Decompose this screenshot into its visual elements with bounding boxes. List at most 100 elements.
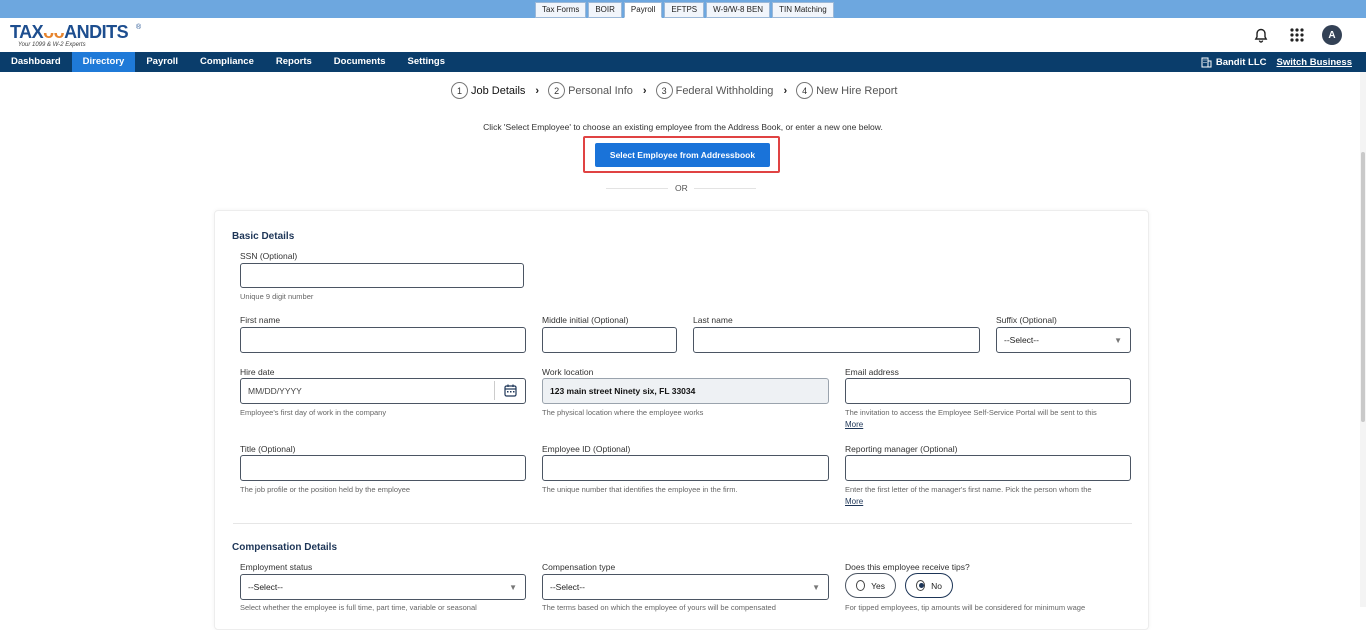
compensation-type-select[interactable]: --Select-- ▼ [542, 574, 829, 600]
compensation-type-help: The terms based on which the employee of… [542, 603, 776, 612]
product-tab-payroll[interactable]: Payroll [623, 2, 663, 18]
select-employee-hint: Click 'Select Employee' to choose an exi… [483, 122, 883, 132]
step-personal-info[interactable]: 2 Personal Info [548, 82, 633, 99]
tips-no-radio[interactable]: No [905, 573, 953, 598]
reporting-manager-input[interactable] [845, 455, 1131, 481]
or-divider-right [694, 188, 756, 189]
step-number: 3 [655, 82, 673, 99]
calendar-icon[interactable] [504, 384, 517, 399]
nav-directory[interactable]: Directory [71, 52, 136, 72]
wizard-steps: 1 Job Details › 2 Personal Info › 3 Fede… [451, 82, 897, 99]
registered-mark: ® [136, 24, 142, 31]
radio-circle-selected [916, 580, 926, 591]
last-name-label: Last name [693, 315, 733, 325]
hire-date-placeholder: MM/DD/YYYY [248, 386, 302, 396]
step-new-hire-report[interactable]: 4 New Hire Report [796, 82, 897, 99]
step-number: 4 [796, 82, 814, 99]
employment-status-label: Employment status [240, 562, 313, 572]
product-tabs: Tax Forms BOIR Payroll EFTPS W-9/W-8 BEN… [535, 2, 834, 18]
product-tab-w9-w8ben[interactable]: W-9/W-8 BEN [706, 2, 771, 18]
employment-status-help: Select whether the employee is full time… [240, 603, 477, 612]
product-tab-tin-matching[interactable]: TIN Matching [772, 2, 834, 18]
bell-icon[interactable] [1250, 24, 1272, 46]
select-employee-button[interactable]: Select Employee from Addressbook [595, 143, 770, 167]
work-location-help: The physical location where the employee… [542, 408, 704, 417]
step-federal-withholding[interactable]: 3 Federal Withholding [655, 82, 774, 99]
last-name-input[interactable] [693, 327, 980, 353]
compensation-details-title: Compensation Details [232, 542, 338, 553]
step-label: Federal Withholding [675, 84, 774, 97]
nav-dashboard[interactable]: Dashboard [0, 52, 72, 72]
header-actions: A [1250, 24, 1342, 46]
employee-id-help: The unique number that identifies the em… [542, 485, 738, 494]
chevron-right-icon: › [642, 84, 647, 97]
ssn-help: Unique 9 digit number [240, 292, 314, 301]
email-more-link[interactable]: More [845, 420, 863, 429]
nav-settings[interactable]: Settings [397, 52, 456, 72]
or-divider-left [606, 188, 668, 189]
ssn-label: SSN (Optional) [240, 251, 298, 261]
employee-id-label: Employee ID (Optional) [542, 444, 631, 454]
product-bar: Tax Forms BOIR Payroll EFTPS W-9/W-8 BEN… [0, 0, 1366, 18]
switch-business-link[interactable]: Switch Business [1277, 57, 1353, 68]
employment-status-value: --Select-- [248, 582, 283, 592]
product-tab-boir[interactable]: BOIR [588, 2, 622, 18]
step-label: Job Details [471, 84, 526, 97]
chevron-right-icon: › [535, 84, 540, 97]
user-avatar[interactable]: A [1322, 25, 1342, 45]
tips-yes-radio[interactable]: Yes [845, 573, 896, 598]
nav-documents[interactable]: Documents [323, 52, 397, 72]
first-name-input[interactable] [240, 327, 526, 353]
suffix-label: Suffix (Optional) [996, 315, 1057, 325]
nav-compliance[interactable]: Compliance [189, 52, 265, 72]
tips-no-label: No [931, 580, 942, 591]
ssn-input[interactable] [240, 263, 524, 288]
business-indicator: Bandit LLC [1201, 57, 1267, 68]
logo-wordmark: TAXᴗᴗANDITS [10, 22, 129, 42]
product-tab-tax-forms[interactable]: Tax Forms [535, 2, 587, 18]
tips-yes-label: Yes [871, 580, 885, 591]
reporting-manager-more-link[interactable]: More [845, 497, 863, 506]
product-tab-eftps[interactable]: EFTPS [664, 2, 705, 18]
highlight-box: Select Employee from Addressbook [583, 136, 780, 173]
or-text: OR [675, 183, 688, 193]
chevron-down-icon: ▼ [1114, 335, 1122, 345]
middle-initial-input[interactable] [542, 327, 677, 353]
scrollbar-thumb[interactable] [1361, 152, 1365, 422]
input-separator [494, 381, 495, 400]
chevron-right-icon: › [783, 84, 788, 97]
email-help: The invitation to access the Employee Se… [845, 408, 1097, 417]
employee-form-card: Basic Details SSN (Optional) Unique 9 di… [214, 210, 1149, 630]
nav-reports[interactable]: Reports [265, 52, 323, 72]
step-label: New Hire Report [816, 84, 898, 97]
employment-status-select[interactable]: --Select-- ▼ [240, 574, 526, 600]
main-nav: Dashboard Directory Payroll Compliance R… [0, 52, 1366, 72]
work-location-input[interactable]: 123 main street Ninety six, FL 33034 [542, 378, 829, 404]
suffix-select[interactable]: --Select-- ▼ [996, 327, 1131, 353]
tips-help: For tipped employees, tip amounts will b… [845, 603, 1086, 612]
radio-circle [856, 580, 866, 591]
app-header: TAXᴗᴗANDITS Your 1099 & W-2 Experts ® A [0, 18, 1366, 52]
page-scrollbar[interactable] [1360, 72, 1366, 607]
compensation-type-label: Compensation type [542, 562, 616, 572]
chevron-down-icon: ▼ [812, 582, 820, 592]
basic-details-title: Basic Details [232, 231, 295, 242]
middle-initial-label: Middle initial (Optional) [542, 315, 629, 325]
chevron-down-icon: ▼ [509, 582, 517, 592]
reporting-manager-label: Reporting manager (Optional) [845, 444, 958, 454]
logo-tagline: Your 1099 & W-2 Experts [18, 42, 86, 48]
app-grid-icon[interactable] [1286, 24, 1308, 46]
step-number: 1 [451, 82, 468, 99]
taxbandits-logo[interactable]: TAXᴗᴗANDITS Your 1099 & W-2 Experts ® [10, 22, 141, 49]
tips-label: Does this employee receive tips? [845, 562, 970, 572]
email-label: Email address [845, 367, 899, 377]
title-label: Title (Optional) [240, 444, 296, 454]
title-input[interactable] [240, 455, 526, 481]
employee-id-input[interactable] [542, 455, 829, 481]
hire-date-input[interactable]: MM/DD/YYYY [240, 378, 526, 404]
nav-payroll[interactable]: Payroll [135, 52, 189, 72]
compensation-type-value: --Select-- [550, 582, 585, 592]
step-job-details[interactable]: 1 Job Details [451, 82, 525, 99]
reporting-manager-help: Enter the first letter of the manager's … [845, 485, 1092, 494]
email-input[interactable] [845, 378, 1131, 404]
